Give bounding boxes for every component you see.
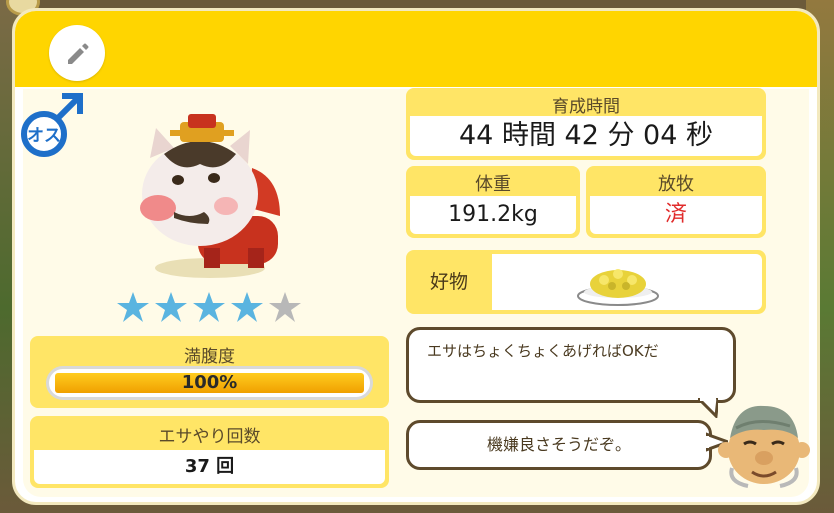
edit-button[interactable] (49, 25, 105, 81)
graze-box: 放牧 済 (586, 166, 766, 238)
farmer-character-image (718, 405, 810, 488)
grow-time-label: 育成時間 (552, 97, 620, 117)
gender-label: オス (27, 126, 61, 146)
mood-text: 機嫌良さそうだぞ。 (486, 435, 631, 454)
feed-count-box: エサやり回数 37 回 (30, 416, 389, 488)
star-empty-icon (269, 292, 301, 322)
male-gender-icon: オス (21, 93, 83, 157)
star-rating (116, 290, 306, 330)
grow-time-box: 育成時間 44 時間 42 分 04 秒 (406, 88, 766, 160)
speech-bubble-tail (698, 398, 718, 418)
favorite-food-value (492, 254, 762, 310)
weight-box: 体重 191.2kg (406, 166, 580, 238)
weight-value: 191.2kg (410, 196, 576, 234)
star-icon (193, 292, 225, 322)
star-icon (231, 292, 263, 322)
hunger-box: 満腹度 100% (30, 336, 389, 408)
feed-count-value: 37 回 (34, 450, 385, 484)
star-icon (117, 292, 149, 322)
hunger-bar: 100% (46, 366, 373, 400)
star-icon (155, 292, 187, 322)
tip-text: エサはちょくちょくあげればOKだ (427, 342, 659, 360)
corn-feed-icon (577, 269, 659, 306)
grow-time-value: 44 時間 42 分 04 秒 (410, 116, 762, 156)
pencil-icon (68, 43, 89, 64)
weight-label: 体重 (475, 174, 511, 195)
tip-speech-bubble: エサはちょくちょくあげればOKだ (406, 327, 736, 403)
panel-header (15, 11, 817, 87)
favorite-food-label: 好物 (429, 271, 468, 293)
favorite-food-box: 好物 (406, 250, 766, 314)
mood-speech-bubble: 機嫌良さそうだぞ。 (406, 420, 712, 470)
hunger-value: 100% (181, 372, 238, 393)
hunger-label: 満腹度 (184, 347, 235, 367)
graze-value: 済 (590, 196, 762, 234)
feed-count-label: エサやり回数 (158, 427, 261, 447)
graze-label: 放牧 (658, 174, 694, 195)
pet-pig-image (140, 114, 280, 278)
